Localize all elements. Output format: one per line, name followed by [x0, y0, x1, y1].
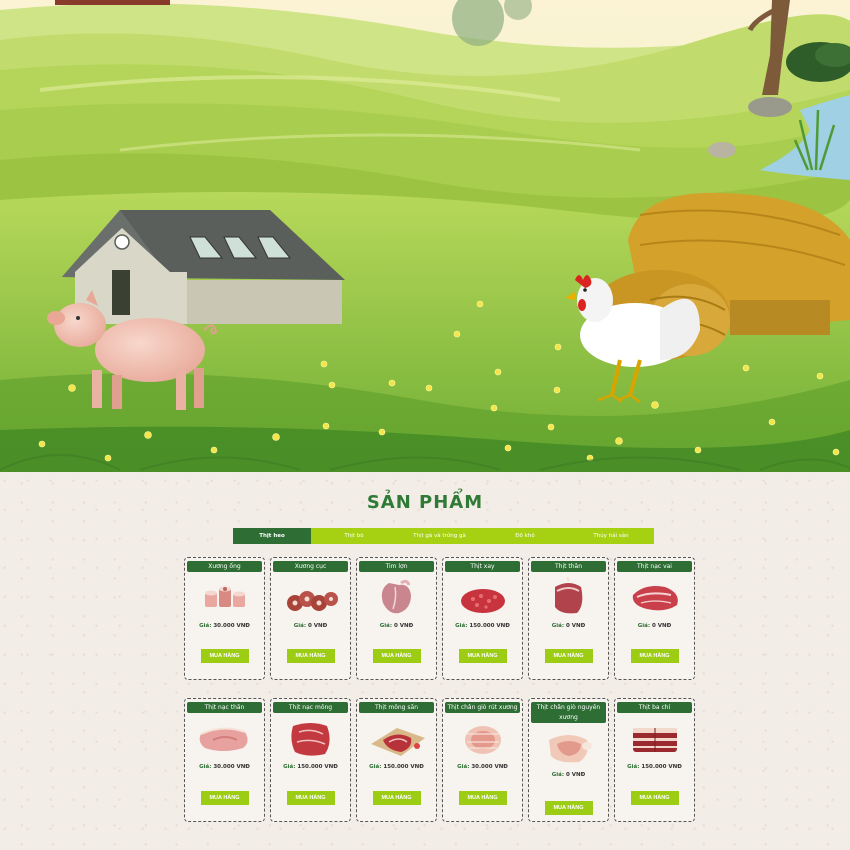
buy-button[interactable]: MUA HÀNG [630, 791, 679, 805]
buy-button[interactable]: MUA HÀNG [200, 791, 249, 805]
product-name[interactable]: Thịt xay [445, 561, 520, 572]
pork-belly-image[interactable] [625, 718, 685, 760]
product-price: Giá: 150.000 VNĐ [627, 764, 682, 770]
pork-rump-image[interactable] [281, 718, 341, 760]
ground-pork-image[interactable] [453, 577, 513, 619]
product-price: Giá: 0 VNĐ [637, 623, 672, 629]
product-price: Giá: 30.000 VNĐ [199, 764, 250, 770]
farm-illustration [0, 0, 850, 472]
product-price: Giá: 150.000 VNĐ [369, 764, 424, 770]
product-price: Giá: 150.000 VNĐ [283, 764, 338, 770]
product-name[interactable]: Thịt nạc thăn [187, 702, 262, 713]
product-card: Thịt ba chỉ Giá: 150.000 VNĐ MUA HÀNG [614, 698, 695, 822]
product-price: Giá: 0 VNĐ [551, 623, 586, 629]
product-card: Thịt xay Giá: 150.000 VNĐ MUA HÀNG [442, 557, 523, 680]
pork-shoulder-image[interactable] [625, 577, 685, 619]
product-name[interactable]: Xương ống [187, 561, 262, 572]
product-price: Giá: 150.000 VNĐ [455, 623, 510, 629]
product-card: Thịt thăn Giá: 0 VNĐ MUA HÀNG [528, 557, 609, 680]
pork-loin-image[interactable] [539, 577, 599, 619]
product-price: Giá: 0 VNĐ [379, 623, 414, 629]
product-card: Tim lợn Giá: 0 VNĐ MUA HÀNG [356, 557, 437, 680]
bone-in-hock-image[interactable] [539, 726, 599, 768]
product-grid: Xương ống Giá: 30.000 VNĐ MUA HÀNG Xương… [184, 557, 697, 840]
product-name[interactable]: Thịt thăn [531, 561, 606, 572]
buy-button[interactable]: MUA HÀNG [630, 649, 679, 663]
product-price: Giá: 0 VNĐ [293, 623, 328, 629]
buy-button[interactable]: MUA HÀNG [286, 791, 335, 805]
pork-bone-chunks-image[interactable] [281, 577, 341, 619]
product-card: Thịt nạc thăn Giá: 30.000 VNĐ MUA HÀNG [184, 698, 265, 822]
product-card: Xương cục Giá: 0 VNĐ MUA HÀNG [270, 557, 351, 680]
hero-banner [0, 0, 850, 472]
product-price: Giá: 0 VNĐ [551, 772, 586, 778]
products-section: SẢN PHẨM Thịt heo Thịt bò Thịt gà và trứ… [0, 472, 850, 850]
product-card: Thịt mông sấn Giá: 150.000 VNĐ MUA HÀNG [356, 698, 437, 822]
buy-button[interactable]: MUA HÀNG [458, 791, 507, 805]
buy-button[interactable]: MUA HÀNG [286, 649, 335, 663]
product-row-2: Thịt nạc thăn Giá: 30.000 VNĐ MUA HÀNG T… [184, 698, 697, 822]
product-price: Giá: 30.000 VNĐ [457, 764, 508, 770]
product-name[interactable]: Thịt chân giò nguyên xương [531, 702, 606, 723]
product-card: Thịt chân giò rút xương Giá: 30.000 VNĐ … [442, 698, 523, 822]
section-title: SẢN PHẨM [366, 492, 484, 513]
product-name[interactable]: Tim lợn [359, 561, 434, 572]
tab-thuy-hai-san[interactable]: Thủy hải sản [568, 528, 654, 544]
pork-bones-image[interactable] [195, 577, 255, 619]
product-card: Xương ống Giá: 30.000 VNĐ MUA HÀNG [184, 557, 265, 680]
product-name[interactable]: Thịt mông sấn [359, 702, 434, 713]
product-card: Thịt chân giò nguyên xương Giá: 0 VNĐ MU… [528, 698, 609, 822]
buy-button[interactable]: MUA HÀNG [458, 649, 507, 663]
pork-heart-image[interactable] [367, 577, 427, 619]
category-tabs: Thịt heo Thịt bò Thịt gà và trứng gà Đồ … [233, 528, 654, 544]
product-name[interactable]: Xương cục [273, 561, 348, 572]
product-price: Giá: 30.000 VNĐ [199, 623, 250, 629]
product-name[interactable]: Thịt ba chỉ [617, 702, 692, 713]
tab-thit-heo[interactable]: Thịt heo [233, 528, 311, 544]
buy-button[interactable]: MUA HÀNG [372, 649, 421, 663]
buy-button[interactable]: MUA HÀNG [544, 801, 593, 815]
pork-ham-image[interactable] [367, 718, 427, 760]
product-card: Thịt nạc vai Giá: 0 VNĐ MUA HÀNG [614, 557, 695, 680]
tab-do-kho[interactable]: Đồ khô [482, 528, 568, 544]
buy-button[interactable]: MUA HÀNG [544, 649, 593, 663]
product-card: Thịt nạc mông Giá: 150.000 VNĐ MUA HÀNG [270, 698, 351, 822]
buy-button[interactable]: MUA HÀNG [200, 649, 249, 663]
product-name[interactable]: Thịt nạc mông [273, 702, 348, 713]
tab-thit-bo[interactable]: Thịt bò [311, 528, 397, 544]
product-row-1: Xương ống Giá: 30.000 VNĐ MUA HÀNG Xương… [184, 557, 697, 680]
buy-button[interactable]: MUA HÀNG [372, 791, 421, 805]
product-name[interactable]: Thịt nạc vai [617, 561, 692, 572]
tab-thit-ga[interactable]: Thịt gà và trứng gà [397, 528, 482, 544]
product-name[interactable]: Thịt chân giò rút xương [445, 702, 520, 713]
lean-loin-image[interactable] [195, 718, 255, 760]
boneless-hock-image[interactable] [453, 718, 513, 760]
